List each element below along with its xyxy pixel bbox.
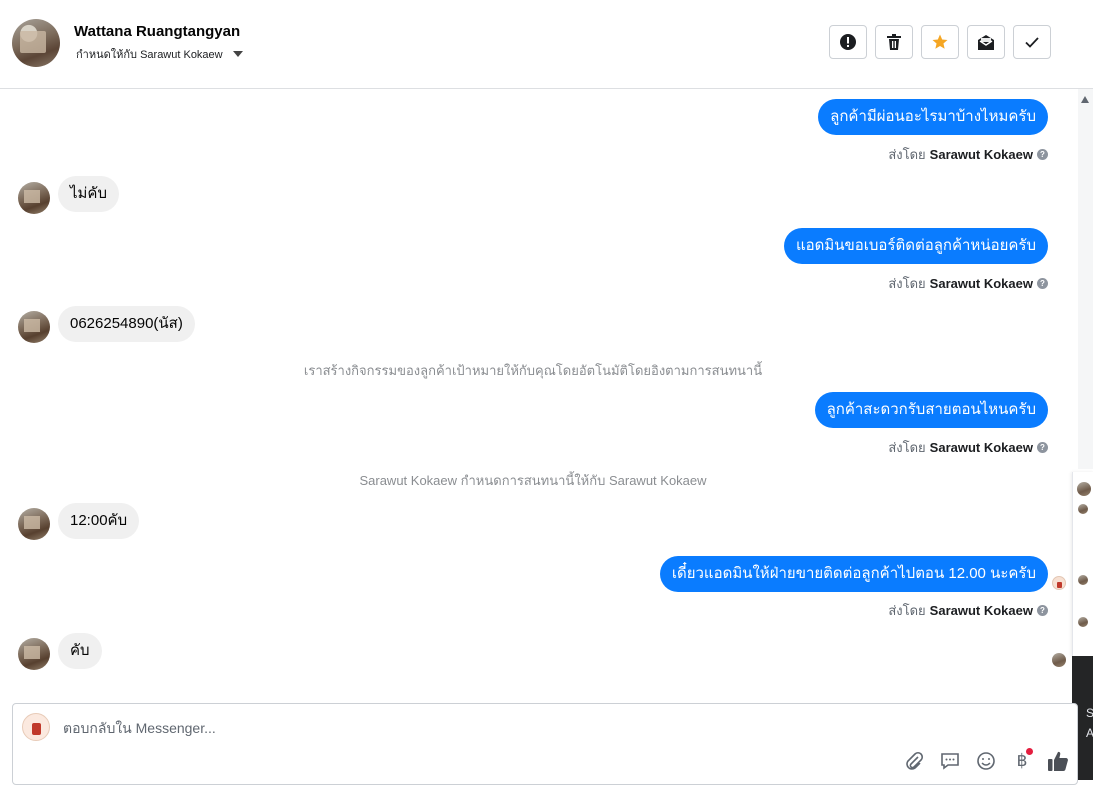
outgoing-message[interactable]: เดี๋ยวแอดมินให้ฝ่ายขายติดต่อลูกค้าไปตอน … [659, 556, 1048, 592]
mark-unread-button[interactable] [967, 25, 1005, 59]
payment-button[interactable]: ฿ [1011, 748, 1033, 772]
assignee-label: กำหนดให้กับ Sarawut Kokaew [76, 49, 223, 61]
thumbs-up-icon [1048, 751, 1068, 771]
sender-avatar [18, 182, 50, 214]
incoming-message[interactable]: คับ [58, 633, 102, 669]
side-avatar [1077, 482, 1091, 496]
done-button[interactable] [1013, 25, 1051, 59]
conversation-header: Wattana Ruangtangyan กำหนดให้กับ Sarawut… [0, 0, 1093, 89]
system-note: เราสร้างกิจกรรมของลูกค้าเป้าหมายให้กับคุ… [303, 363, 763, 378]
read-receipt-avatar [1052, 653, 1066, 667]
emoji-button[interactable] [975, 750, 997, 772]
sender-avatar [18, 508, 50, 540]
trash-icon [887, 34, 901, 50]
page-avatar [22, 713, 50, 741]
envelope-icon [978, 35, 994, 50]
side-avatar [1078, 617, 1088, 627]
attach-button[interactable] [903, 750, 925, 772]
emoji-icon [977, 752, 995, 770]
popup-text: A [1086, 726, 1093, 740]
paperclip-icon [906, 751, 924, 770]
seen-indicator-avatar [1052, 576, 1066, 590]
sent-by-label: ส่งโดย Sarawut Kokaew ? [888, 600, 1048, 621]
scroll-up-arrow-icon[interactable] [1081, 96, 1089, 103]
saved-reply-button[interactable] [939, 750, 961, 772]
like-button[interactable] [1047, 750, 1069, 772]
saved-reply-icon [941, 753, 959, 770]
caret-down-icon [232, 51, 243, 57]
alert-circle-icon [840, 34, 856, 50]
contact-avatar[interactable] [12, 19, 60, 67]
reply-composer: ฿ [12, 703, 1078, 785]
side-avatar [1078, 504, 1088, 514]
star-icon [932, 34, 948, 49]
sender-avatar [18, 311, 50, 343]
sender-avatar [18, 638, 50, 670]
system-note: Sarawut Kokaew กำหนดการสนทนานี้ให้กับ Sa… [359, 473, 707, 488]
contact-name[interactable]: Wattana Ruangtangyan [74, 23, 240, 40]
help-icon[interactable]: ? [1037, 605, 1048, 616]
composer-toolbar: ฿ [903, 748, 1069, 772]
help-icon[interactable]: ? [1037, 442, 1048, 453]
sent-by-label: ส่งโดย Sarawut Kokaew ? [888, 437, 1048, 458]
sent-by-label: ส่งโดย Sarawut Kokaew ? [888, 144, 1048, 165]
conversation-toolbar [829, 25, 1051, 59]
side-panel-edge [1072, 472, 1093, 656]
spam-button[interactable] [829, 25, 867, 59]
help-icon[interactable]: ? [1037, 149, 1048, 160]
baht-payment-icon: ฿ [1016, 751, 1028, 771]
assignee-dropdown[interactable]: กำหนดให้กับ Sarawut Kokaew [76, 45, 243, 63]
reply-input[interactable] [61, 716, 965, 740]
delete-button[interactable] [875, 25, 913, 59]
side-avatar [1078, 575, 1088, 585]
outgoing-message[interactable]: แอดมินขอเบอร์ติดต่อลูกค้าหน่อยครับ [783, 228, 1048, 264]
outgoing-message[interactable]: ลูกค้าสะดวกรับสายตอนไหนครับ [814, 392, 1048, 428]
check-icon [1025, 37, 1039, 48]
scrollbar[interactable] [1078, 89, 1093, 469]
incoming-message[interactable]: 0626254890(นัส) [58, 306, 195, 342]
incoming-message[interactable]: 12:00คับ [58, 503, 140, 539]
sent-by-label: ส่งโดย Sarawut Kokaew ? [888, 273, 1048, 294]
outgoing-message[interactable]: ลูกค้ามีผ่อนอะไรมาบ้างไหมครับ [818, 99, 1048, 135]
notification-dot [1026, 748, 1033, 755]
star-button[interactable] [921, 25, 959, 59]
popup-text: S [1086, 706, 1093, 720]
help-icon[interactable]: ? [1037, 278, 1048, 289]
incoming-message[interactable]: ไม่คับ [58, 176, 119, 212]
